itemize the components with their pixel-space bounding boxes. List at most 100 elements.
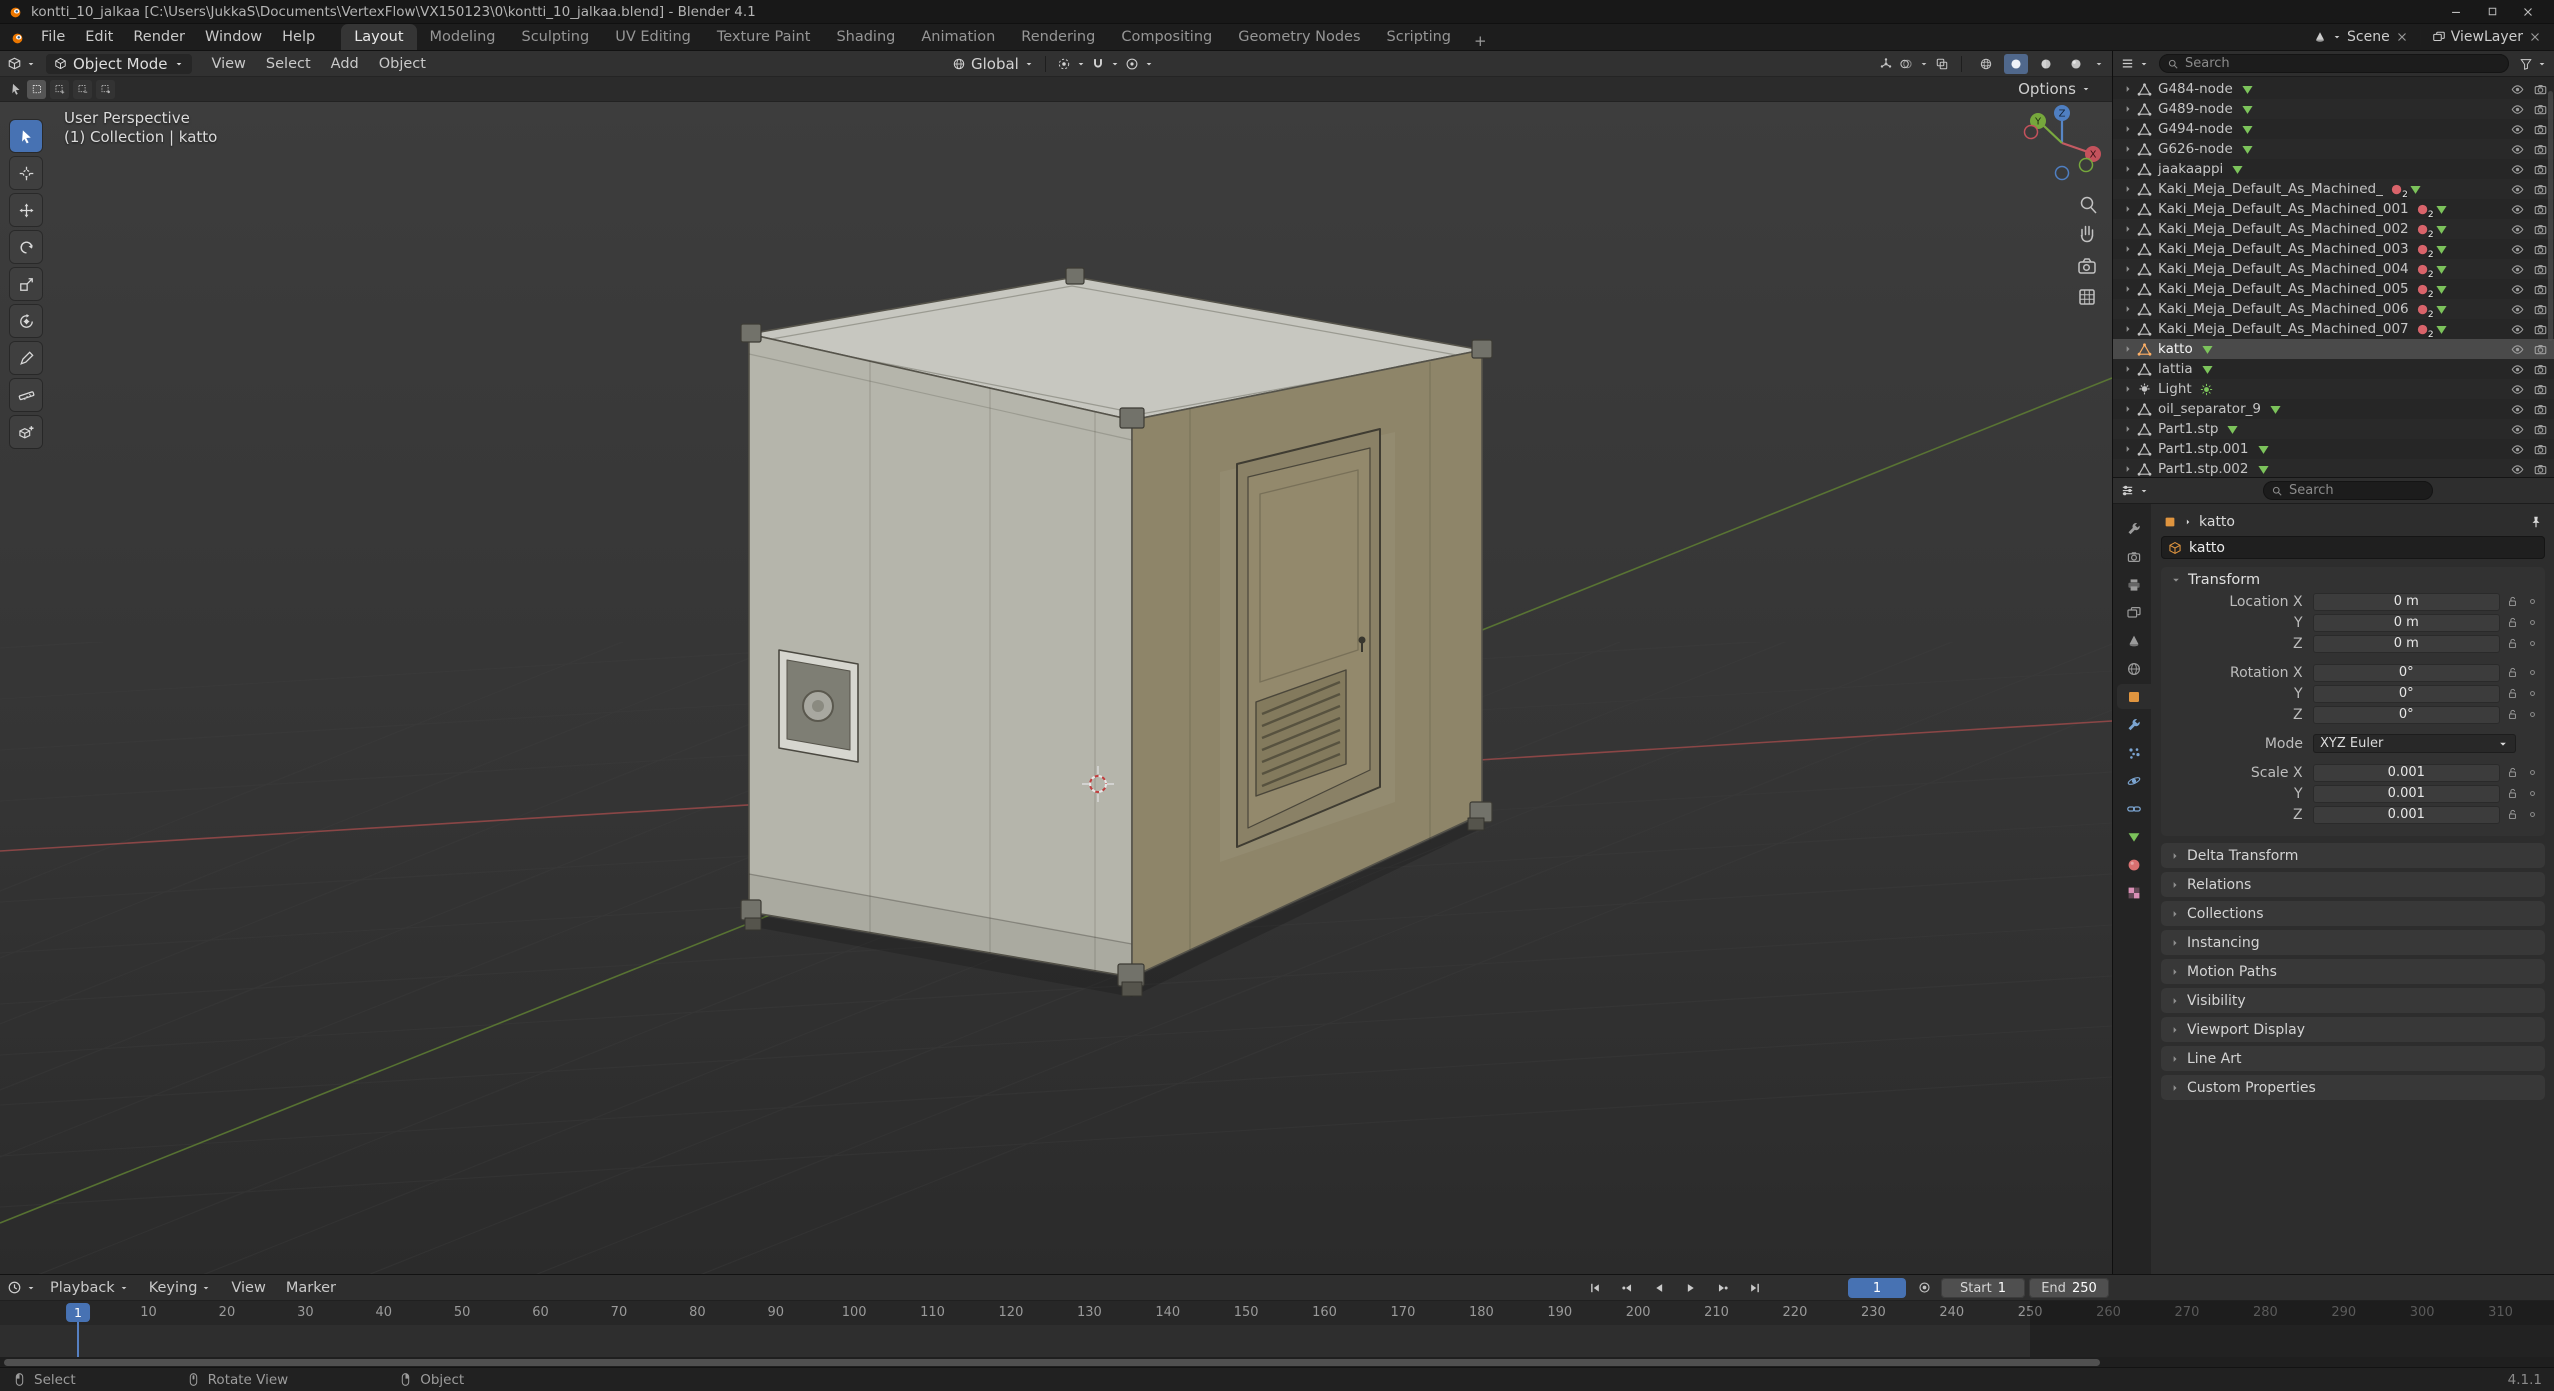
- outliner-item-kaki-meja-default-as-machined[interactable]: Kaki_Meja_Default_As_Machined_2: [2113, 179, 2554, 199]
- menu-file[interactable]: File: [31, 24, 75, 50]
- camera-icon[interactable]: [2533, 202, 2548, 217]
- camera-icon[interactable]: [2533, 82, 2548, 97]
- next-keyframe-button[interactable]: [1708, 1278, 1737, 1299]
- properties-tab-object[interactable]: [2117, 684, 2151, 709]
- proportional-editing-icon[interactable]: [1125, 57, 1139, 71]
- disclosure-icon[interactable]: [2122, 163, 2134, 175]
- eye-icon[interactable]: [2510, 182, 2525, 197]
- unlink-scene-button[interactable]: [2395, 30, 2409, 44]
- disclosure-icon[interactable]: [2122, 263, 2134, 275]
- lock-icon[interactable]: [2506, 787, 2519, 800]
- viewport-menu-object[interactable]: Object: [369, 51, 436, 76]
- select-mode-set-button[interactable]: [27, 80, 46, 99]
- properties-tab-scene[interactable]: [2117, 628, 2151, 653]
- eye-icon[interactable]: [2510, 82, 2525, 97]
- disclosure-icon[interactable]: [2122, 103, 2134, 115]
- disclosure-icon[interactable]: [2122, 83, 2134, 95]
- scrollbar-thumb[interactable]: [4, 1359, 2100, 1366]
- properties-tab-render[interactable]: [2117, 544, 2151, 569]
- chevron-down-icon[interactable]: [1076, 59, 1086, 69]
- outliner-item-kaki-meja-default-as-machined-003[interactable]: Kaki_Meja_Default_As_Machined_0032: [2113, 239, 2554, 259]
- tool-move-button[interactable]: [10, 194, 42, 226]
- lock-icon[interactable]: [2506, 637, 2519, 650]
- panel-relations[interactable]: Relations: [2161, 872, 2545, 897]
- anim-dot-icon[interactable]: [2526, 708, 2539, 721]
- panel-viewport-display[interactable]: Viewport Display: [2161, 1017, 2545, 1042]
- shading-wireframe-button[interactable]: [1974, 54, 1998, 74]
- previous-keyframe-button[interactable]: [1612, 1278, 1641, 1299]
- gizmo-neg-x-axis[interactable]: [2025, 126, 2038, 139]
- camera-icon[interactable]: [2533, 222, 2548, 237]
- lock-icon[interactable]: [2506, 616, 2519, 629]
- eye-icon[interactable]: [2510, 462, 2525, 477]
- minimize-button[interactable]: [2438, 0, 2474, 23]
- eye-icon[interactable]: [2510, 242, 2525, 257]
- camera-icon[interactable]: [2533, 142, 2548, 157]
- disclosure-icon[interactable]: [2122, 203, 2134, 215]
- outliner-item-g489-node[interactable]: G489-node: [2113, 99, 2554, 119]
- disclosure-icon[interactable]: [2122, 143, 2134, 155]
- remove-view-layer-button[interactable]: [2528, 30, 2542, 44]
- play-button[interactable]: [1676, 1278, 1705, 1299]
- chevron-down-icon[interactable]: [1110, 59, 1120, 69]
- options-dropdown[interactable]: Options: [2018, 80, 2103, 98]
- mode-dropdown[interactable]: Object Mode: [46, 54, 192, 74]
- jump-to-start-button[interactable]: [1580, 1278, 1609, 1299]
- outliner-item-g494-node[interactable]: G494-node: [2113, 119, 2554, 139]
- outliner-item-kaki-meja-default-as-machined-007[interactable]: Kaki_Meja_Default_As_Machined_0072: [2113, 319, 2554, 339]
- eye-icon[interactable]: [2510, 122, 2525, 137]
- panel-collections[interactable]: Collections: [2161, 901, 2545, 926]
- workspace-tab-animation[interactable]: Animation: [908, 24, 1008, 50]
- eye-icon[interactable]: [2510, 162, 2525, 177]
- tool-rotate-button[interactable]: [10, 231, 42, 263]
- outliner-item-kaki-meja-default-as-machined-001[interactable]: Kaki_Meja_Default_As_Machined_0012: [2113, 199, 2554, 219]
- end-frame-field[interactable]: End 250: [2029, 1278, 2109, 1298]
- lock-icon[interactable]: [2506, 808, 2519, 821]
- outliner-item-part1-stp-002[interactable]: Part1.stp.002: [2113, 459, 2554, 477]
- eye-icon[interactable]: [2510, 402, 2525, 417]
- disclosure-icon[interactable]: [2122, 443, 2134, 455]
- menu-help[interactable]: Help: [272, 24, 325, 50]
- workspace-tab-uv-editing[interactable]: UV Editing: [602, 24, 704, 50]
- breadcrumb-object-name[interactable]: katto: [2199, 514, 2235, 530]
- eye-icon[interactable]: [2510, 262, 2525, 277]
- camera-icon[interactable]: [2533, 122, 2548, 137]
- outliner-search-input[interactable]: Search: [2159, 54, 2509, 73]
- anim-dot-icon[interactable]: [2526, 666, 2539, 679]
- properties-tab-view-layer[interactable]: [2117, 600, 2151, 625]
- viewport-canvas[interactable]: Z X Y User Perspective (1) Collection | …: [0, 102, 2112, 1274]
- chevron-down-icon[interactable]: [1024, 59, 1034, 69]
- toggle-xray-button[interactable]: [1935, 57, 1949, 71]
- properties-search-input[interactable]: Search: [2263, 481, 2433, 500]
- viewport-menu-select[interactable]: Select: [256, 51, 321, 76]
- number-field[interactable]: 0 m: [2313, 593, 2500, 611]
- outliner-item-light[interactable]: Light: [2113, 379, 2554, 399]
- object-name-field[interactable]: katto: [2161, 536, 2545, 559]
- camera-icon[interactable]: [2533, 362, 2548, 377]
- editor-type-button[interactable]: [2120, 56, 2135, 71]
- number-field[interactable]: 0°: [2313, 685, 2500, 703]
- workspace-tab-geometry-nodes[interactable]: Geometry Nodes: [1225, 24, 1373, 50]
- disclosure-icon[interactable]: [2122, 463, 2134, 475]
- viewport-menu-add[interactable]: Add: [321, 51, 369, 76]
- gizmo-neg-z-axis[interactable]: [2056, 167, 2069, 180]
- workspace-tab-sculpting[interactable]: Sculpting: [508, 24, 602, 50]
- panel-custom-properties[interactable]: Custom Properties: [2161, 1075, 2545, 1100]
- menu-render[interactable]: Render: [123, 24, 195, 50]
- outliner-item-kaki-meja-default-as-machined-005[interactable]: Kaki_Meja_Default_As_Machined_0052: [2113, 279, 2554, 299]
- camera-icon[interactable]: [2533, 162, 2548, 177]
- properties-tab-tool[interactable]: [2117, 516, 2151, 541]
- tool-measure-button[interactable]: [10, 379, 42, 411]
- panel-visibility[interactable]: Visibility: [2161, 988, 2545, 1013]
- chevron-down-icon[interactable]: [2094, 59, 2104, 69]
- viewport-menu-view[interactable]: View: [202, 51, 256, 76]
- number-field[interactable]: 0 m: [2313, 635, 2500, 653]
- camera-icon[interactable]: [2533, 422, 2548, 437]
- rotation-mode-dropdown[interactable]: XYZ Euler: [2313, 734, 2516, 753]
- number-field[interactable]: 0.001: [2313, 806, 2500, 824]
- chevron-down-icon[interactable]: [2332, 32, 2342, 42]
- lock-icon[interactable]: [2506, 666, 2519, 679]
- disclosure-icon[interactable]: [2122, 183, 2134, 195]
- lock-icon[interactable]: [2506, 708, 2519, 721]
- disclosure-icon[interactable]: [2122, 423, 2134, 435]
